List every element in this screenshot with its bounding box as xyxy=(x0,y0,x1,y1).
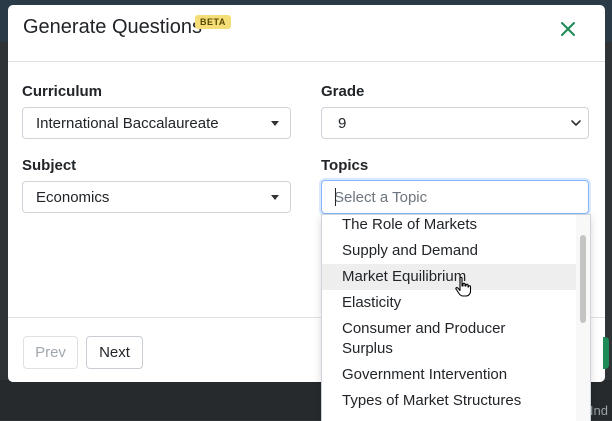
topic-option[interactable]: Government Intervention xyxy=(322,362,576,388)
chevron-down-icon xyxy=(571,120,581,126)
submit-button-edge[interactable] xyxy=(603,337,609,369)
hand-pointer-icon xyxy=(455,276,472,297)
topic-option-hovered[interactable]: Market Equilibrium xyxy=(322,264,576,290)
modal-title: Generate Questions xyxy=(23,16,202,38)
topics-search-input[interactable] xyxy=(321,180,589,214)
topics-label: Topics xyxy=(321,157,369,174)
topic-option[interactable]: Consumer and Producer Surplus xyxy=(322,316,576,362)
caret-down-icon xyxy=(271,121,279,126)
background-text: Ind xyxy=(589,403,608,418)
topics-dropdown: The Role of Markets Supply and Demand Ma… xyxy=(321,214,591,421)
modal-header: Generate Questions BETA xyxy=(8,5,605,62)
topic-option[interactable]: Supply and Demand xyxy=(322,238,576,264)
text-caret xyxy=(335,188,336,206)
scrollbar-thumb[interactable] xyxy=(580,235,586,323)
next-button[interactable]: Next xyxy=(86,336,143,369)
subject-select[interactable]: Economics xyxy=(22,181,291,213)
subject-label: Subject xyxy=(22,157,77,174)
grade-value: 9 xyxy=(338,115,347,132)
subject-value: Economics xyxy=(36,189,110,206)
caret-down-icon xyxy=(271,195,279,200)
close-icon xyxy=(561,22,575,36)
topic-option[interactable]: Types of Market Structures xyxy=(322,388,576,414)
prev-button[interactable]: Prev xyxy=(23,336,78,369)
close-button[interactable] xyxy=(557,18,579,40)
topics-option-list: The Role of Markets Supply and Demand Ma… xyxy=(322,215,576,414)
curriculum-select[interactable]: International Baccalaureate xyxy=(22,107,291,139)
topic-option[interactable]: Elasticity xyxy=(322,290,576,316)
beta-badge: BETA xyxy=(195,15,231,29)
grade-label: Grade xyxy=(321,83,365,100)
dropdown-scrollbar[interactable] xyxy=(576,215,590,421)
grade-select[interactable]: 9 xyxy=(321,107,589,139)
topic-option[interactable]: The Role of Markets xyxy=(322,215,576,238)
curriculum-value: International Baccalaureate xyxy=(36,115,219,132)
curriculum-label: Curriculum xyxy=(22,83,103,100)
